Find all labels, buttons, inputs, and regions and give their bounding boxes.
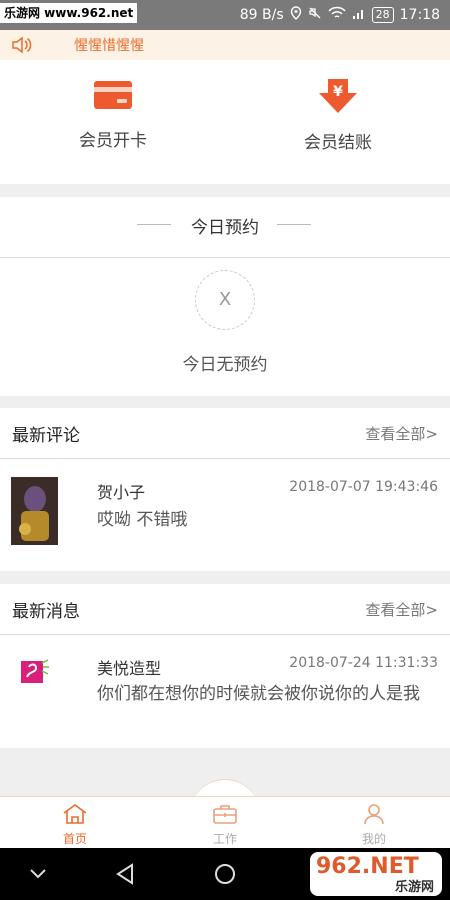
member-open-card-label: 会员开卡 [79, 131, 147, 151]
briefcase-icon [212, 805, 238, 828]
empty-state-text: 今日无预约 [182, 355, 268, 375]
quick-actions: 会员开卡 ¥ 会员结账 [0, 60, 450, 184]
reviews-header: 最新评论 查看全部> [0, 408, 450, 459]
review-author: 贺小子 [97, 483, 146, 502]
member-checkout-label: 会员结账 [304, 133, 372, 153]
status-bar: 乐游网 www.962.net 89 B/s 28 17:18 [0, 0, 450, 30]
messages-header: 最新消息 查看全部> [0, 584, 450, 635]
review-item[interactable]: 贺小子 2018-07-07 19:43:46 哎呦 不错哦 [0, 459, 450, 571]
message-time: 2018-07-24 11:31:33 [289, 655, 438, 671]
message-sender: 美悦造型 [97, 659, 162, 678]
messages-view-all-link[interactable]: 查看全部> [365, 599, 438, 620]
svg-text:¥: ¥ [333, 84, 343, 100]
empty-state-icon: X [195, 270, 255, 330]
message-item[interactable]: 美悦造型 2018-07-24 11:31:33 你们都在想你的时候就会被你说你… [0, 635, 450, 748]
latest-messages-section: 最新消息 查看全部> 美悦造型 2018-07-24 11:31:33 你们都在… [0, 584, 450, 748]
tab-mine-label: 我的 [361, 832, 386, 846]
home-icon [62, 804, 88, 828]
location-icon [290, 6, 302, 24]
avatar [11, 477, 58, 549]
notice-bar[interactable]: 惺惺惜惺惺 [0, 30, 450, 60]
reviews-view-all-link[interactable]: 查看全部> [365, 423, 438, 444]
tab-work[interactable]: 工作 [185, 803, 265, 847]
today-appointments-card: 今日预约 X 今日无预约 [0, 197, 450, 396]
reviews-title: 最新评论 [12, 426, 80, 446]
back-icon[interactable] [114, 862, 136, 890]
store-logo [18, 657, 52, 695]
tab-home-label: 首页 [62, 832, 87, 846]
clock: 17:18 [399, 7, 440, 23]
card-icon [93, 81, 133, 116]
yen-arrow-icon: ¥ [318, 79, 358, 118]
review-text: 哎呦 不错哦 [97, 510, 188, 530]
chevron-down-icon[interactable] [28, 866, 48, 885]
site-watermark-logo: 962.NET 乐游网 [310, 852, 442, 896]
status-indicators: 89 B/s 28 17:18 [240, 0, 440, 30]
divider-right [277, 224, 311, 225]
notice-text: 惺惺惜惺惺 [74, 38, 144, 54]
tab-work-label: 工作 [212, 832, 237, 846]
member-open-card-button[interactable]: 会员开卡 [43, 78, 183, 151]
tab-home[interactable]: 首页 [35, 803, 115, 847]
tab-mine[interactable]: 我的 [334, 803, 414, 847]
speaker-icon [10, 35, 32, 55]
signal-icon [352, 6, 366, 24]
review-time: 2018-07-07 19:43:46 [289, 479, 438, 495]
user-icon [361, 804, 387, 828]
bottom-tab-bar: 首页 工作 我的 [0, 796, 450, 849]
messages-title: 最新消息 [12, 602, 80, 622]
member-checkout-button[interactable]: ¥ 会员结账 [268, 78, 408, 153]
battery-icon: 28 [371, 7, 394, 23]
latest-reviews-section: 最新评论 查看全部> 贺小子 2018-07-07 19:43:46 哎呦 不错… [0, 408, 450, 571]
wifi-icon [328, 6, 346, 24]
message-text: 你们都在想你的时候就会被你说你的人是我 [97, 684, 420, 704]
network-speed: 89 B/s [239, 7, 284, 23]
today-title: 今日预约 [191, 218, 259, 238]
today-header: 今日预约 [0, 197, 450, 258]
mute-icon [308, 6, 322, 24]
watermark-small-text: 乐游网 [394, 880, 434, 895]
home-circle-icon[interactable] [213, 862, 237, 890]
site-watermark: 乐游网 www.962.net [0, 3, 138, 23]
